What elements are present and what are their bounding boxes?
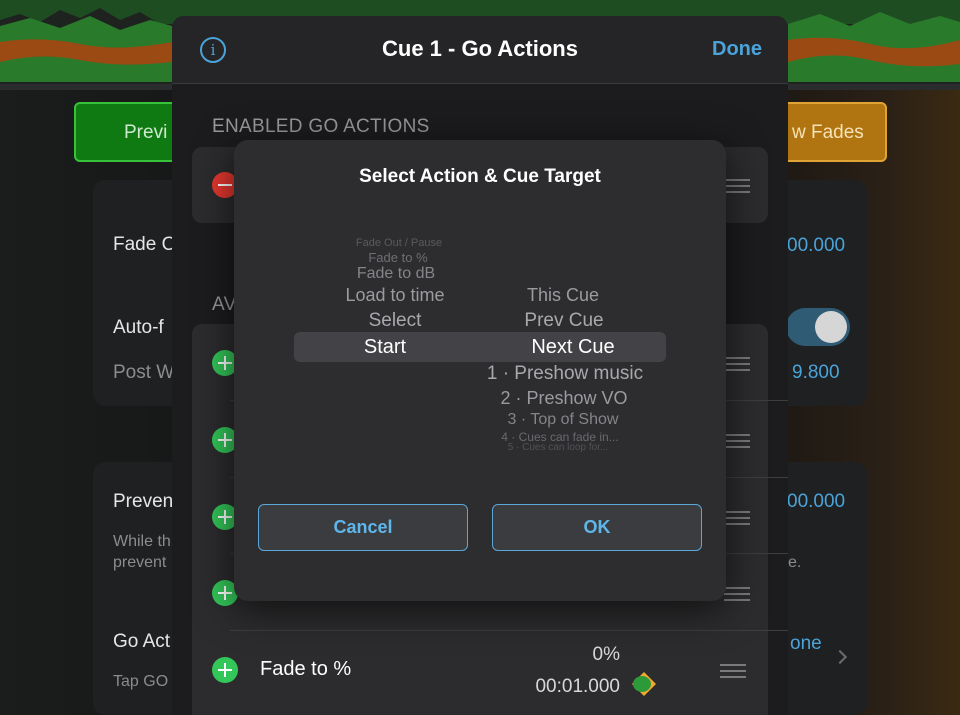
- prevent-desc-line2: prevent: [113, 554, 167, 571]
- target-option[interactable]: Prev Cue: [524, 310, 603, 332]
- go-actions-value[interactable]: one: [790, 633, 822, 655]
- target-option[interactable]: 5 · Cues can loop for...: [508, 442, 609, 453]
- prevent-desc-line1: While th: [113, 533, 171, 550]
- reorder-grip-icon[interactable]: [724, 179, 750, 193]
- prevent-value[interactable]: 00.000: [787, 491, 845, 513]
- reorder-grip-icon[interactable]: [720, 664, 746, 678]
- post-wait-label: Post W: [113, 362, 175, 383]
- row-divider: [230, 630, 788, 631]
- reorder-grip-icon[interactable]: [724, 511, 750, 525]
- action-option[interactable]: Fade Out / Pause: [356, 237, 442, 249]
- fade-row-label: Fade O: [113, 234, 177, 255]
- sheet-header: i Cue 1 - Go Actions Done: [172, 16, 788, 84]
- fade-to-percent-label: Fade to %: [260, 658, 352, 680]
- target-option[interactable]: 3 · Top of Show: [508, 411, 619, 429]
- go-actions-desc: Tap GO: [113, 673, 169, 690]
- available-section-header: AV: [212, 294, 237, 315]
- action-option[interactable]: Fade to %: [368, 250, 427, 265]
- reorder-grip-icon[interactable]: [724, 587, 750, 601]
- prevent-label: Preven: [113, 491, 174, 512]
- ok-button[interactable]: OK: [492, 504, 702, 551]
- fade-duration-value: 00:01.000: [535, 676, 620, 697]
- cancel-button[interactable]: Cancel: [258, 504, 468, 551]
- fade-diamond-icon: [632, 672, 656, 696]
- select-action-dialog: Select Action & Cue Target Fade Out / Pa…: [234, 140, 726, 601]
- enabled-section-header: ENABLED GO ACTIONS: [212, 116, 430, 137]
- post-wait-value[interactable]: 9.800: [792, 362, 840, 384]
- action-option[interactable]: Load to time: [345, 285, 444, 306]
- target-option[interactable]: 2 · Preshow VO: [500, 388, 627, 409]
- target-option-selected[interactable]: Next Cue: [531, 336, 614, 359]
- reorder-grip-icon[interactable]: [724, 434, 750, 448]
- toggle-knob: [815, 311, 847, 343]
- plus-circle-icon[interactable]: [212, 657, 238, 683]
- fade-row-value[interactable]: 00.000: [787, 235, 845, 257]
- action-option-selected[interactable]: Start: [364, 336, 406, 359]
- autofollow-label: Auto-f: [113, 317, 164, 338]
- reorder-grip-icon[interactable]: [724, 357, 750, 371]
- fade-percent-value: 0%: [592, 644, 620, 665]
- sheet-title: Cue 1 - Go Actions: [382, 36, 578, 61]
- prevent-desc-end: e.: [788, 554, 802, 571]
- autofollow-toggle[interactable]: [786, 308, 850, 346]
- done-button[interactable]: Done: [712, 38, 762, 61]
- app-root: Previ w Fades Fade O 00.000 Auto-f Post …: [0, 0, 960, 715]
- dialog-title: Select Action & Cue Target: [359, 166, 601, 187]
- target-option[interactable]: This Cue: [527, 285, 599, 306]
- action-option[interactable]: Fade to dB: [357, 265, 435, 283]
- go-actions-label: Go Act: [113, 631, 171, 652]
- action-option[interactable]: Select: [369, 310, 422, 332]
- target-option[interactable]: 1 · Preshow music: [487, 363, 643, 385]
